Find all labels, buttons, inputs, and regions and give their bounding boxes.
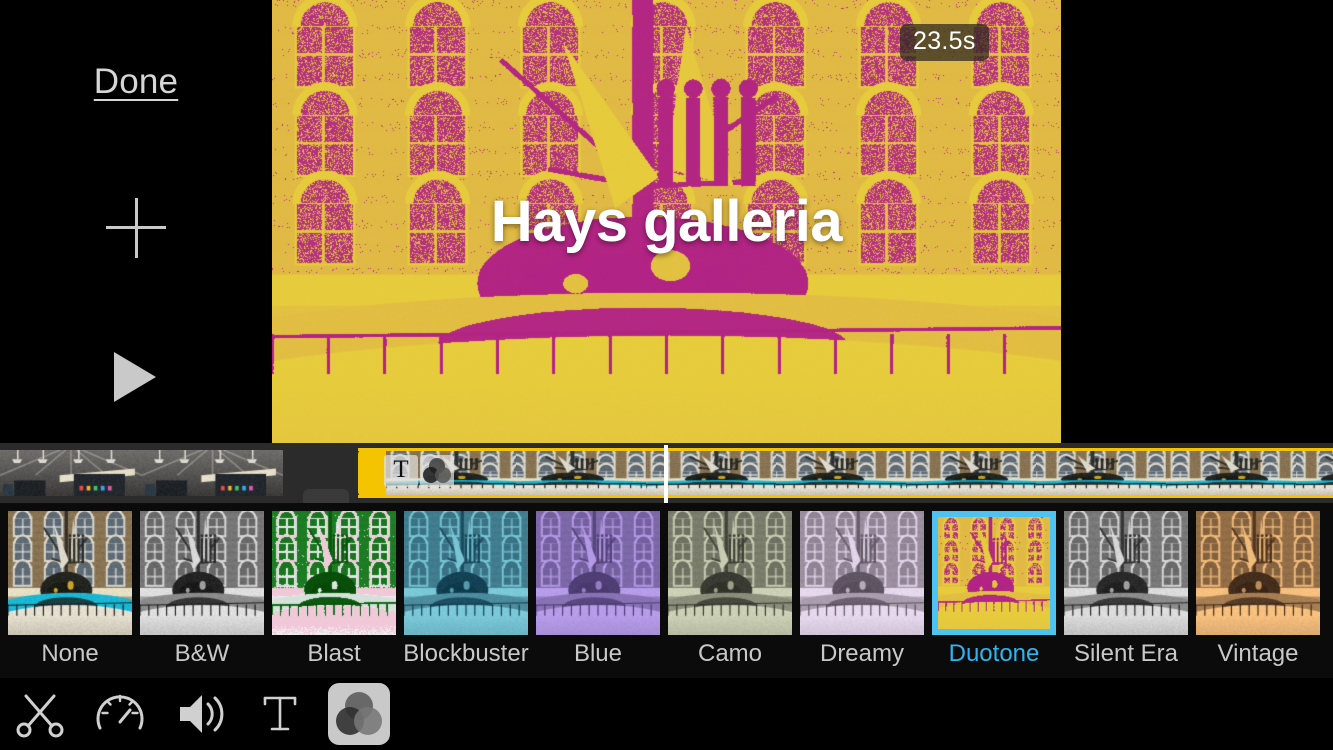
filter-thumbnail [1064,511,1188,635]
filter-preview-image [536,511,660,635]
filter-preview-image [800,511,924,635]
volume-icon [168,682,232,746]
filter-thumbnail-wrap [532,507,664,638]
clip-thumbnail [1296,451,1333,495]
filter-label: Silent Era [1060,640,1192,668]
video-preview[interactable]: 23.5s Hays galleria [272,0,1061,443]
filter-label: Duotone [928,640,1060,668]
filter-tool-button[interactable] [328,683,390,745]
clip-filter-badge[interactable] [420,455,454,487]
filter-strip: None B&W Blast Blockbuster Blue Camo Dreamy Duo… [0,503,1333,678]
filter-thumbnail-wrap [928,507,1060,638]
filter-thumbnail-wrap [796,507,928,638]
filter-label: Blast [268,640,400,668]
clip-trim-handle-left[interactable] [358,448,386,498]
filter-thumbnail-wrap [664,507,796,638]
clip-thumbnail [0,450,142,496]
done-button[interactable]: Done [0,62,272,102]
filter-thumbnail-wrap [1192,507,1324,638]
timeline-playhead[interactable] [664,445,668,503]
top-area: Done 23.5s Hays galleria [0,0,1333,443]
clip-title-badge[interactable]: T [384,455,418,487]
duration-badge: 23.5s [900,24,989,61]
right-control-column: ? [1061,0,1333,443]
clip-transition-handle[interactable] [303,489,349,503]
filter-preview-image [938,517,1050,629]
filter-preview-image [668,511,792,635]
filter-preview-image [272,511,396,635]
filters-circles-icon [328,683,390,745]
filter-preview-image [1064,511,1188,635]
filter-item-blockbuster[interactable]: Blockbuster [400,507,532,668]
filter-label: Camo [664,640,796,668]
filter-thumbnail [404,511,528,635]
filter-preview-image [404,511,528,635]
filters-circles-icon [420,455,454,487]
filter-thumbnail [272,511,396,635]
clip-thumbnail [1036,451,1166,495]
scissors-icon [8,682,72,746]
filter-thumbnail [800,511,924,635]
selected-clip-frames [386,451,1333,495]
filter-item-none[interactable]: None [4,507,136,668]
filter-thumbnail [932,511,1056,635]
filter-item-dreamy[interactable]: Dreamy [796,507,928,668]
filter-thumbnail [668,511,792,635]
clip-thumbnail [906,451,1036,495]
timeline-clip-unselected[interactable] [0,450,283,496]
filter-item-duotone[interactable]: Duotone [928,507,1060,668]
filter-label: Dreamy [796,640,928,668]
title-tool-button[interactable] [248,682,312,746]
filter-thumbnail [536,511,660,635]
speed-tool-button[interactable] [88,682,152,746]
cut-tool-button[interactable] [8,682,72,746]
filter-item-blue[interactable]: Blue [532,507,664,668]
filter-label: B&W [136,640,268,668]
filter-thumbnail-wrap [1060,507,1192,638]
filter-thumbnail-wrap [136,507,268,638]
filter-thumbnail [1196,511,1320,635]
filter-preview-image [1196,511,1320,635]
filter-thumbnail-wrap [4,507,136,638]
filter-label: Vintage [1192,640,1324,668]
clip-thumbnail [1166,451,1296,495]
timeline-clip-selected[interactable] [358,448,1333,498]
speedometer-icon [88,682,152,746]
filter-preview-image [140,511,264,635]
plus-icon[interactable] [106,198,166,258]
filter-item-blast[interactable]: Blast [268,507,400,668]
filter-thumbnail-wrap [268,507,400,638]
filter-thumbnail-wrap [400,507,532,638]
bottom-toolbar [0,678,1333,750]
clip-thumbnail [142,450,284,496]
filter-item-b-w[interactable]: B&W [136,507,268,668]
filter-preview-image [8,511,132,635]
filter-label: Blue [532,640,664,668]
filter-item-camo[interactable]: Camo [664,507,796,668]
filter-thumbnail [140,511,264,635]
left-control-column: Done [0,0,272,443]
video-title-text[interactable]: Hays galleria [272,188,1061,255]
filter-label: None [4,640,136,668]
imovie-editor: Done 23.5s Hays galleria T None B&W Blas… [0,0,1333,750]
volume-tool-button[interactable] [168,682,232,746]
filter-item-vintage[interactable]: Vintage [1192,507,1324,668]
clip-thumbnail [776,451,906,495]
play-icon[interactable] [114,352,156,402]
clip-thumbnail [516,451,646,495]
filter-thumbnail [8,511,132,635]
text-t-icon [248,682,312,746]
filter-list: None B&W Blast Blockbuster Blue Camo Dreamy Duo… [0,503,1333,668]
filter-label: Blockbuster [400,640,532,668]
filter-item-silent-era[interactable]: Silent Era [1060,507,1192,668]
